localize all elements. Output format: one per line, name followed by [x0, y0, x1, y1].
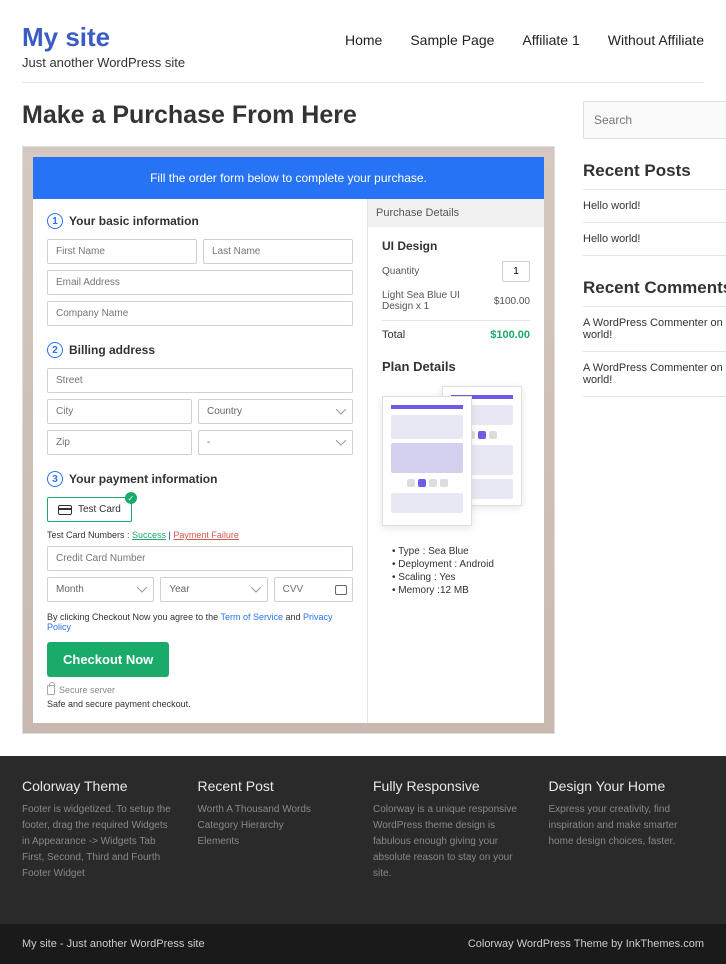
- total-amount: $100.00: [490, 329, 530, 341]
- terms-text: By clicking Checkout Now you agree to th…: [47, 612, 353, 632]
- hint-failure-link[interactable]: Payment Failure: [173, 530, 239, 540]
- plan-thumb-1: [382, 396, 472, 526]
- step-3-header: 3Your payment information: [47, 471, 353, 487]
- plan-item: Deployment : Android: [392, 559, 530, 570]
- country-select[interactable]: Country: [198, 399, 353, 424]
- recent-comments-list: A WordPress Commenter on Hello world! A …: [583, 306, 726, 397]
- plan-details-title: Plan Details: [382, 359, 530, 374]
- site-header: My site Just another WordPress site Home…: [22, 22, 704, 83]
- lock-icon: [47, 685, 55, 695]
- email-input[interactable]: [47, 270, 353, 295]
- tos-link[interactable]: Term of Service: [220, 612, 283, 622]
- footer-col-1: Colorway ThemeFooter is widgetized. To s…: [22, 778, 178, 882]
- step-3-icon: 3: [47, 471, 63, 487]
- safe-text: Safe and secure payment checkout.: [47, 699, 353, 709]
- recent-comment-link[interactable]: A WordPress Commenter on Hello world!: [583, 362, 726, 386]
- test-card-hint: Test Card Numbers : Success | Payment Fa…: [47, 530, 353, 540]
- qty-label: Quantity: [382, 266, 419, 277]
- company-input[interactable]: [47, 301, 353, 326]
- state-select[interactable]: -: [198, 430, 353, 455]
- plan-item: Type : Sea Blue: [392, 546, 530, 557]
- hint-success-link[interactable]: Success: [132, 530, 166, 540]
- street-input[interactable]: [47, 368, 353, 393]
- form-banner: Fill the order form below to complete yo…: [33, 157, 544, 199]
- step-2-icon: 2: [47, 342, 63, 358]
- nav-sample-page[interactable]: Sample Page: [410, 32, 494, 48]
- step-1-icon: 1: [47, 213, 63, 229]
- recent-posts-list: Hello world! Hello world!: [583, 189, 726, 256]
- plan-item: Memory :12 MB: [392, 585, 530, 596]
- purchase-card: Fill the order form below to complete yo…: [33, 157, 544, 723]
- total-label: Total: [382, 329, 405, 341]
- step-2-header: 2Billing address: [47, 342, 353, 358]
- main-nav: Home Sample Page Affiliate 1 Without Aff…: [345, 32, 704, 48]
- recent-comments-title: Recent Comments: [583, 278, 726, 298]
- nav-home[interactable]: Home: [345, 32, 382, 48]
- card-icon: [58, 505, 72, 515]
- plan-thumbnails: [382, 386, 530, 536]
- footer: Colorway ThemeFooter is widgetized. To s…: [0, 756, 726, 924]
- nav-without-affiliate[interactable]: Without Affiliate: [608, 32, 704, 48]
- qty-input[interactable]: [502, 261, 530, 282]
- search-box[interactable]: [583, 101, 726, 139]
- footer-col-3: Fully ResponsiveColorway is a unique res…: [373, 778, 529, 882]
- footer-bar-left: My site - Just another WordPress site: [22, 938, 205, 950]
- test-card-option[interactable]: Test Card: [47, 497, 132, 522]
- line-price: $100.00: [494, 296, 530, 307]
- footer-col-2: Recent PostWorth A Thousand Words Catego…: [198, 778, 354, 882]
- product-title: UI Design: [382, 239, 530, 253]
- city-input[interactable]: [47, 399, 192, 424]
- checkout-button[interactable]: Checkout Now: [47, 642, 169, 677]
- recent-post-link[interactable]: Hello world!: [583, 233, 640, 245]
- first-name-input[interactable]: [47, 239, 197, 264]
- recent-post-link[interactable]: Hello world!: [583, 200, 640, 212]
- footer-col-4: Design Your HomeExpress your creativity,…: [549, 778, 705, 882]
- line-item: Light Sea Blue UI Design x 1: [382, 290, 482, 312]
- site-title[interactable]: My site: [22, 22, 185, 53]
- cvv-card-icon: [335, 585, 347, 595]
- recent-comment-link[interactable]: A WordPress Commenter on Hello world!: [583, 317, 726, 341]
- nav-affiliate-1[interactable]: Affiliate 1: [522, 32, 579, 48]
- month-select[interactable]: Month: [47, 577, 154, 602]
- last-name-input[interactable]: [203, 239, 353, 264]
- recent-posts-title: Recent Posts: [583, 161, 726, 181]
- plan-list: Type : Sea Blue Deployment : Android Sca…: [382, 546, 530, 596]
- search-input[interactable]: [594, 113, 726, 127]
- purchase-wrapper: Fill the order form below to complete yo…: [22, 146, 555, 734]
- zip-input[interactable]: [47, 430, 192, 455]
- plan-item: Scaling : Yes: [392, 572, 530, 583]
- purchase-details-header: Purchase Details: [368, 199, 544, 227]
- tagline: Just another WordPress site: [22, 55, 185, 70]
- year-select[interactable]: Year: [160, 577, 267, 602]
- page-title: Make a Purchase From Here: [22, 101, 555, 130]
- secure-server: Secure server: [47, 685, 353, 695]
- cc-number-input[interactable]: [47, 546, 353, 571]
- footer-bar-right: Colorway WordPress Theme by InkThemes.co…: [468, 938, 704, 950]
- step-1-header: 1Your basic information: [47, 213, 353, 229]
- footer-bar: My site - Just another WordPress site Co…: [0, 924, 726, 964]
